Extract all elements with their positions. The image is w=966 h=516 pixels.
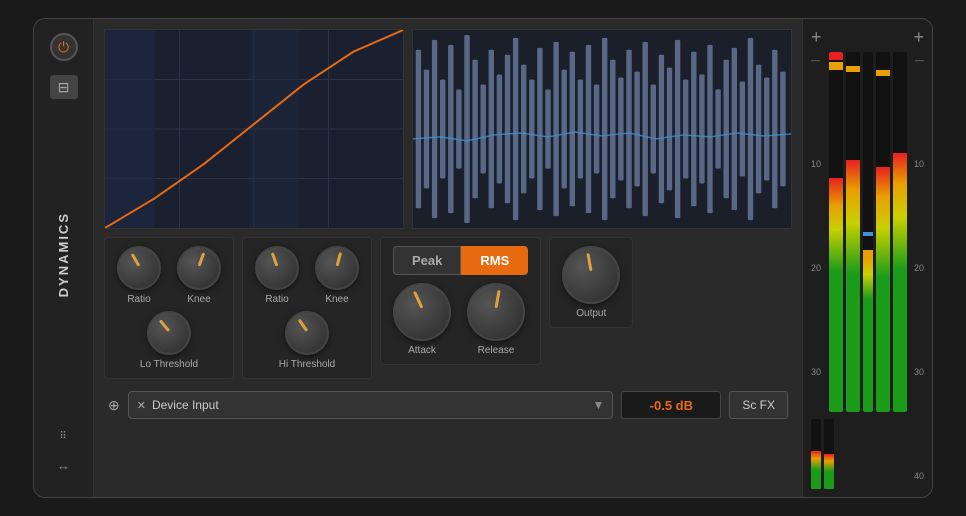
chain-icon[interactable]: ↔: [57, 458, 70, 473]
mini-meter-2: [824, 419, 834, 489]
meter-section: + + — 10 20 30 40: [802, 19, 932, 497]
device-input-arrow: ▼: [592, 398, 604, 412]
scale-label-10-right: 10: [909, 160, 925, 169]
scale-label-40-right: 40: [909, 472, 925, 481]
detector-buttons: Peak RMS: [393, 246, 528, 275]
scale-label-top-right: —: [909, 56, 925, 65]
scale-label-20-right: 20: [909, 264, 925, 273]
waveform-display: [412, 29, 792, 229]
hi-threshold-group: Hi Threshold: [255, 311, 359, 370]
scale-label-10-left: 10: [811, 160, 827, 169]
plugin-container: ⏻ ⊟ DYNAMICS ⠿ ↔: [33, 18, 933, 498]
hi-threshold-label: Hi Threshold: [279, 359, 336, 370]
attack-knob[interactable]: [393, 283, 451, 341]
release-label: Release: [478, 345, 515, 356]
detector-section: Peak RMS Attack Release: [380, 237, 541, 365]
hi-threshold-knob[interactable]: [285, 311, 329, 355]
output-knob[interactable]: [562, 246, 620, 304]
lo-comp-knob-row: Ratio Knee: [117, 246, 221, 305]
device-input-select[interactable]: ✕ Device Input ▼: [128, 391, 614, 419]
device-input-clear[interactable]: ✕: [137, 399, 146, 412]
main-content: Ratio Knee Lo Threshold Rat: [94, 19, 802, 497]
left-sidebar: ⏻ ⊟ DYNAMICS ⠿ ↔: [34, 19, 94, 497]
mini-meter-1: [811, 419, 821, 489]
lo-ratio-label: Ratio: [127, 294, 150, 305]
lo-threshold-group: Lo Threshold: [117, 311, 221, 370]
gain-value: -0.5 dB: [650, 398, 693, 413]
hi-ratio-knob[interactable]: [255, 246, 299, 290]
dots-menu-icon[interactable]: ⠿: [59, 431, 67, 442]
meter-bar-2: [846, 52, 860, 412]
lo-knee-knob[interactable]: [177, 246, 221, 290]
lo-threshold-label: Lo Threshold: [140, 359, 198, 370]
meter-bar-1: [829, 52, 843, 412]
power-button[interactable]: ⏻: [50, 33, 78, 61]
attack-group: Attack: [393, 283, 451, 356]
route-icon[interactable]: ⊕: [108, 397, 120, 414]
output-label: Output: [576, 308, 606, 319]
scale-label-20-left: 20: [811, 264, 827, 273]
gain-display: -0.5 dB: [621, 391, 721, 419]
controls-area: Ratio Knee Lo Threshold Rat: [104, 237, 792, 379]
attack-label: Attack: [408, 345, 436, 356]
bottom-mini-meters: [811, 419, 834, 489]
ar-row: Attack Release: [393, 283, 528, 356]
lo-knee-label: Knee: [187, 294, 210, 305]
hi-ratio-group: Ratio: [255, 246, 299, 305]
hi-comp-section: Ratio Knee Hi Threshold: [242, 237, 372, 379]
top-displays: [104, 29, 792, 229]
sidebar-bottom: ⠿ ↔: [57, 431, 70, 483]
meter-bar-4: [876, 52, 890, 412]
lo-ratio-group: Ratio: [117, 246, 161, 305]
peak-button[interactable]: Peak: [393, 246, 461, 275]
hi-knee-label: Knee: [325, 294, 348, 305]
hi-ratio-label: Ratio: [265, 294, 288, 305]
hi-knee-group: Knee: [315, 246, 359, 305]
rms-button[interactable]: RMS: [461, 246, 528, 275]
lo-ratio-knob[interactable]: [117, 246, 161, 290]
hi-comp-knob-row: Ratio Knee: [255, 246, 359, 305]
lo-threshold-knob[interactable]: [147, 311, 191, 355]
lo-comp-section: Ratio Knee Lo Threshold: [104, 237, 234, 379]
output-section: Output: [549, 237, 633, 328]
plugin-title: DYNAMICS: [56, 212, 71, 297]
scale-label-30-right: 30: [909, 368, 925, 377]
plus-left-icon[interactable]: +: [811, 27, 822, 48]
lo-knee-group: Knee: [177, 246, 221, 305]
scale-label-top-left: —: [811, 56, 827, 65]
bottom-bar: ⊕ ✕ Device Input ▼ -0.5 dB Sc FX: [104, 387, 792, 423]
folder-button[interactable]: ⊟: [50, 75, 78, 99]
meter-bar-5: [893, 52, 907, 412]
plus-right-icon[interactable]: +: [913, 27, 924, 48]
release-group: Release: [467, 283, 525, 356]
scale-label-30-left: 30: [811, 368, 827, 377]
meter-bar-3: [863, 52, 873, 412]
sc-fx-button[interactable]: Sc FX: [729, 391, 788, 419]
release-knob[interactable]: [467, 283, 525, 341]
device-input-label: Device Input: [152, 398, 219, 412]
hi-knee-knob[interactable]: [315, 246, 359, 290]
transfer-display: [104, 29, 404, 229]
